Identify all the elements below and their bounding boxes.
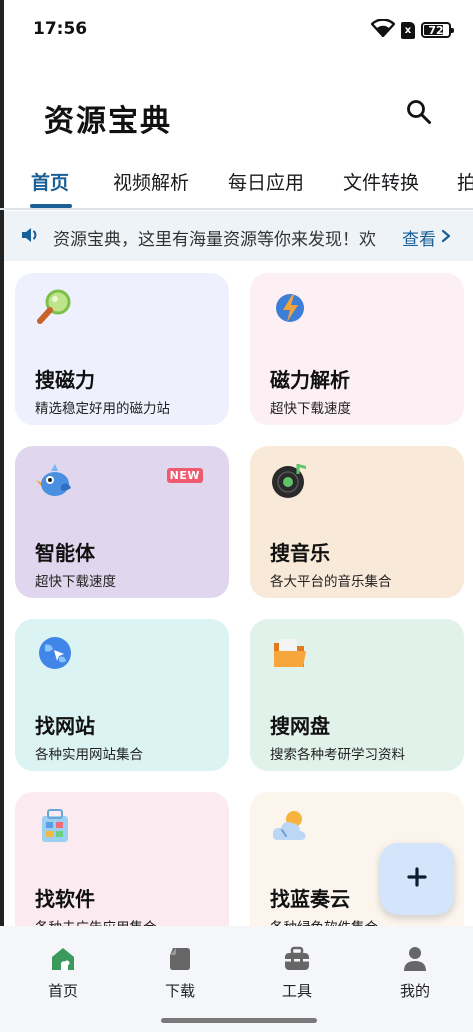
notice-more-label: 查看 <box>402 230 436 250</box>
home-icon <box>48 944 78 974</box>
nav-item-profile[interactable]: 我的 <box>375 944 455 1001</box>
sim-icon: x <box>401 21 415 39</box>
bird-icon <box>35 460 75 500</box>
nav-label: 工具 <box>281 982 312 1000</box>
download-icon <box>165 944 195 974</box>
software-icon <box>35 806 75 846</box>
bottom-nav: 首页 下载 工具 我的 <box>0 926 473 1032</box>
card-title: 磁力解析 <box>270 368 350 392</box>
notice-bar[interactable]: 资源宝典，这里有海量资源等你来发现！欢 查看 <box>4 211 473 261</box>
card-search-music[interactable]: 搜音乐 各大平台的音乐集合 <box>250 446 464 598</box>
wifi-icon <box>370 18 396 41</box>
globe-icon <box>35 633 75 673</box>
tab-more[interactable]: 拍 <box>457 168 473 195</box>
person-icon <box>400 944 430 974</box>
card-title: 搜磁力 <box>35 368 95 392</box>
lightning-icon <box>270 287 310 327</box>
nav-label: 我的 <box>399 982 430 1000</box>
status-bar: 17:56 x 72 <box>0 0 473 58</box>
nav-label: 下载 <box>164 982 195 1000</box>
cloud-icon <box>270 806 310 846</box>
nav-label: 首页 <box>47 982 78 1000</box>
nav-item-download[interactable]: 下载 <box>140 944 220 1001</box>
tab-video-parse[interactable]: 视频解析 <box>113 168 189 195</box>
add-fab-button[interactable] <box>380 843 454 915</box>
magnifier-icon <box>35 287 75 327</box>
chevron-right-icon <box>440 228 452 248</box>
status-icons: x 72 <box>370 18 454 41</box>
search-button[interactable] <box>402 97 436 131</box>
card-find-software[interactable]: 找软件 各种去广告应用集合 <box>15 792 229 944</box>
card-subtitle: 各种实用网站集合 <box>35 747 143 763</box>
card-title: 智能体 <box>35 541 95 565</box>
notice-text: 资源宝典，这里有海量资源等你来发现！欢 <box>53 230 376 250</box>
new-badge: NEW <box>166 468 203 483</box>
tab-daily-apps[interactable]: 每日应用 <box>228 168 304 195</box>
window-edge <box>0 0 4 1032</box>
card-title: 搜音乐 <box>270 541 330 565</box>
search-icon <box>406 99 432 129</box>
status-time: 17:56 <box>33 19 88 39</box>
nav-item-home[interactable]: 首页 <box>23 944 103 1001</box>
music-disc-icon <box>270 460 310 500</box>
battery-icon: 72 <box>421 22 454 38</box>
card-subtitle: 各大平台的音乐集合 <box>270 574 392 590</box>
card-agent[interactable]: NEW 智能体 超快下载速度 <box>15 446 229 598</box>
tab-bar: 首页 视频解析 每日应用 文件转换 拍 <box>0 160 473 208</box>
card-title: 找蓝奏云 <box>270 887 350 911</box>
card-subtitle: 搜索各种考研学习资料 <box>270 747 405 763</box>
card-search-netdisk[interactable]: 搜网盘 搜索各种考研学习资料 <box>250 619 464 771</box>
page-title: 资源宝典 <box>44 104 172 139</box>
toolbox-icon <box>282 944 312 974</box>
card-find-website[interactable]: 找网站 各种实用网站集合 <box>15 619 229 771</box>
card-subtitle: 超快下载速度 <box>35 574 116 590</box>
card-title: 找软件 <box>35 887 95 911</box>
home-indicator[interactable] <box>161 1018 317 1023</box>
card-subtitle: 精选稳定好用的磁力站 <box>35 401 170 417</box>
notice-more-link[interactable]: 查看 <box>402 225 452 250</box>
speaker-icon <box>20 225 40 249</box>
tab-home[interactable]: 首页 <box>31 168 69 195</box>
card-title: 找网站 <box>35 714 95 738</box>
plus-icon <box>406 866 428 892</box>
card-magnet-parse[interactable]: 磁力解析 超快下载速度 <box>250 273 464 425</box>
card-title: 搜网盘 <box>270 714 330 738</box>
nav-item-tools[interactable]: 工具 <box>257 944 337 1001</box>
folder-icon <box>270 633 310 673</box>
card-subtitle: 超快下载速度 <box>270 401 351 417</box>
tab-divider <box>0 208 473 210</box>
tab-file-convert[interactable]: 文件转换 <box>343 168 419 195</box>
card-search-magnet[interactable]: 搜磁力 精选稳定好用的磁力站 <box>15 273 229 425</box>
battery-level: 72 <box>428 23 444 37</box>
